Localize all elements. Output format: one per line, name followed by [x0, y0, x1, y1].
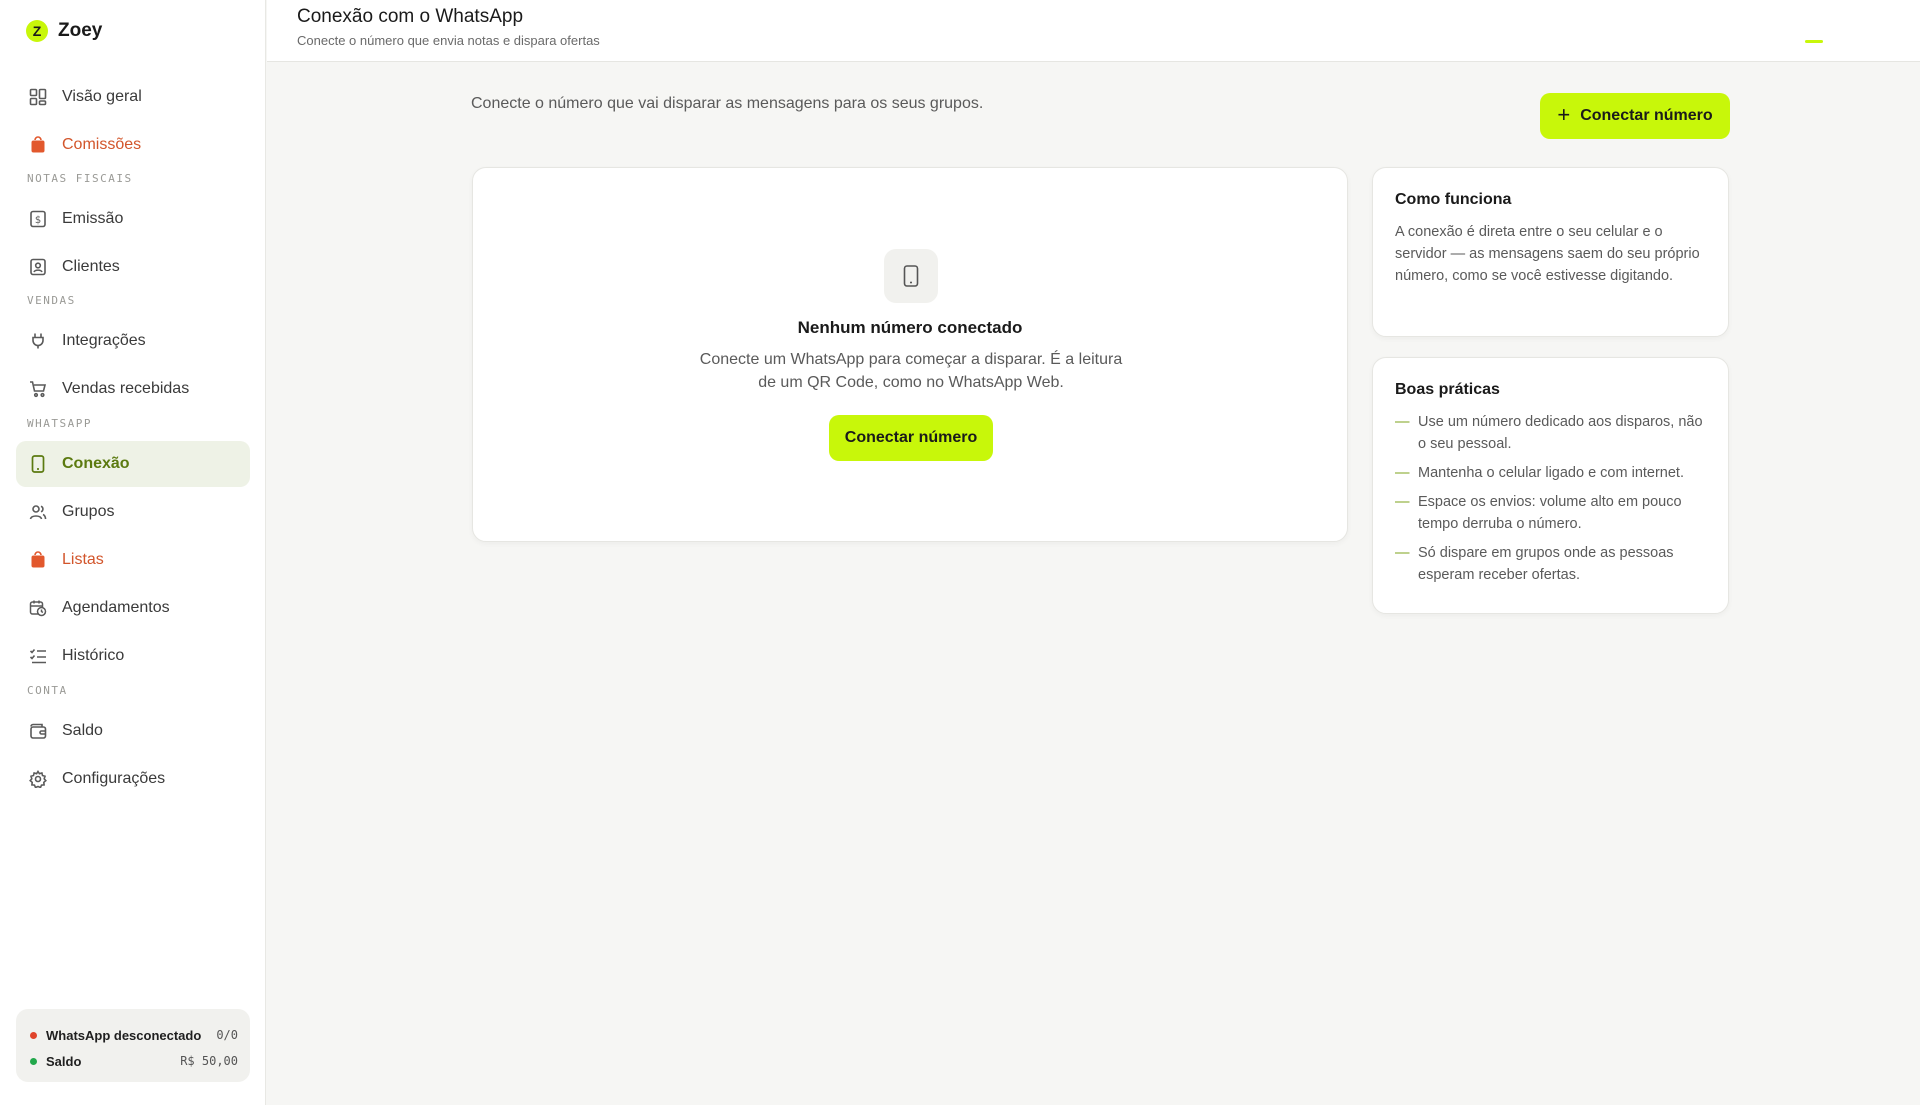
brand-name: Zoey: [58, 20, 103, 41]
section-label-notas-fiscais: NOTAS FISCAIS: [27, 172, 133, 185]
plug-icon: [28, 331, 48, 351]
sidebar-item-label: Vendas recebidas: [62, 380, 190, 397]
sidebar-item-label: Histórico: [62, 647, 125, 664]
sidebar-item-historico[interactable]: Histórico: [16, 633, 250, 679]
receipt-icon: $: [28, 209, 48, 229]
brand[interactable]: Z Zoey: [26, 20, 102, 42]
sidebar-item-label: Emissão: [62, 210, 124, 227]
contact-icon: [28, 257, 48, 277]
sidebar-item-label: Grupos: [62, 503, 115, 520]
bag-icon: [28, 135, 48, 155]
page-title: Conexão com o WhatsApp: [297, 6, 524, 27]
sidebar-item-label: Saldo: [62, 722, 103, 739]
tip-item: — Use um número dedicado aos disparos, n…: [1395, 411, 1706, 455]
page-header: Conexão com o WhatsApp Conecte o número …: [267, 0, 1920, 62]
calendar-clock-icon: [28, 598, 48, 618]
loading-indicator: [1805, 40, 1823, 43]
sidebar-item-vendas-recebidas[interactable]: Vendas recebidas: [16, 366, 250, 412]
list-check-icon: [28, 646, 48, 666]
sidebar-item-clientes[interactable]: Clientes: [16, 244, 250, 290]
saldo-status-row: Saldo R$ 50,00: [28, 1048, 238, 1074]
empty-state-description: Conecte um WhatsApp para começar a dispa…: [699, 351, 1123, 391]
sidebar-item-conexao[interactable]: Conexão: [16, 441, 250, 487]
grid-icon: [28, 87, 48, 107]
gear-icon: [28, 769, 48, 789]
sidebar-item-visao-geral[interactable]: Visão geral: [16, 74, 250, 120]
sidebar-item-integracoes[interactable]: Integrações: [16, 318, 250, 364]
sidebar-item-listas[interactable]: Listas: [16, 537, 250, 583]
sidebar: Z Zoey Visão geral Comissões NOTAS FISCA…: [0, 0, 266, 1105]
plus-icon: +: [1557, 102, 1571, 127]
phone-icon: [884, 249, 938, 303]
sidebar-item-grupos[interactable]: Grupos: [16, 489, 250, 535]
tip-item: — Espace os envios: volume alto em pouco…: [1395, 491, 1706, 535]
connect-number-button-label: Conectar número: [1580, 107, 1713, 124]
phone-icon: [28, 454, 48, 474]
empty-connect-number-button[interactable]: Conectar número: [829, 415, 993, 461]
sidebar-item-comissoes[interactable]: Comissões: [16, 122, 250, 168]
status-dot-red-icon: [30, 1031, 37, 1039]
tip-item: — Mantenha o celular ligado e com intern…: [1395, 462, 1706, 484]
best-practices-card: Boas práticas — Use um número dedicado a…: [1372, 357, 1729, 614]
sidebar-item-label: Clientes: [62, 258, 120, 275]
saldo-status-value: R$ 50,00: [180, 1054, 238, 1068]
dash-icon: —: [1395, 465, 1410, 481]
tip-text: Use um número dedicado aos disparos, não…: [1418, 414, 1703, 452]
section-label-whatsapp: WHATSAPP: [27, 417, 92, 430]
how-it-works-card: Como funciona A conexão é direta entre o…: [1372, 167, 1729, 337]
sidebar-item-label: Conexão: [62, 455, 130, 472]
sidebar-item-label: Configurações: [62, 770, 166, 787]
tip-text: Mantenha o celular ligado e com internet…: [1418, 465, 1684, 481]
saldo-status-label: Saldo: [46, 1053, 82, 1069]
best-practices-title: Boas práticas: [1395, 381, 1500, 398]
section-label-conta: CONTA: [27, 684, 68, 697]
tip-text: Espace os envios: volume alto em pouco t…: [1418, 494, 1682, 532]
dash-icon: —: [1395, 494, 1410, 510]
intro-text: Conecte o número que vai disparar as men…: [471, 95, 984, 112]
sidebar-item-label: Listas: [62, 551, 104, 568]
svg-text:$: $: [35, 215, 41, 226]
how-it-works-text: A conexão é direta entre o seu celular e…: [1395, 224, 1700, 284]
whatsapp-status-row: WhatsApp desconectado 0/0: [28, 1022, 238, 1048]
cart-icon: [28, 379, 48, 399]
users-icon: [28, 502, 48, 522]
bag-icon: [28, 550, 48, 570]
sidebar-item-label: Visão geral: [62, 88, 142, 105]
tip-text: Só dispare em grupos onde as pessoas esp…: [1418, 545, 1674, 583]
sidebar-item-saldo[interactable]: Saldo: [16, 708, 250, 754]
sidebar-item-configuracoes[interactable]: Configurações: [16, 756, 250, 802]
whatsapp-status-label: WhatsApp desconectado: [46, 1027, 202, 1043]
empty-state-title: Nenhum número conectado: [797, 318, 1023, 337]
section-label-vendas: VENDAS: [27, 294, 76, 307]
sidebar-item-label: Comissões: [62, 136, 142, 153]
empty-state-card: Nenhum número conectado Conecte um Whats…: [472, 167, 1348, 542]
sidebar-item-emissao[interactable]: $ Emissão: [16, 196, 250, 242]
whatsapp-status-value: 0/0: [216, 1028, 238, 1042]
page-subtitle: Conecte o número que envia notas e dispa…: [297, 33, 600, 48]
sidebar-item-agendamentos[interactable]: Agendamentos: [16, 585, 250, 631]
how-it-works-title: Como funciona: [1395, 191, 1512, 208]
wallet-icon: [28, 721, 48, 741]
status-card[interactable]: WhatsApp desconectado 0/0 Saldo R$ 50,00: [16, 1009, 250, 1082]
status-dot-green-icon: [30, 1057, 37, 1065]
dash-icon: —: [1395, 545, 1410, 561]
dash-icon: —: [1395, 414, 1410, 430]
sidebar-item-label: Agendamentos: [62, 599, 170, 616]
brand-logo-icon: Z: [26, 20, 48, 42]
connect-number-button[interactable]: + Conectar número: [1540, 93, 1730, 139]
tip-item: — Só dispare em grupos onde as pessoas e…: [1395, 542, 1706, 586]
sidebar-item-label: Integrações: [62, 332, 146, 349]
